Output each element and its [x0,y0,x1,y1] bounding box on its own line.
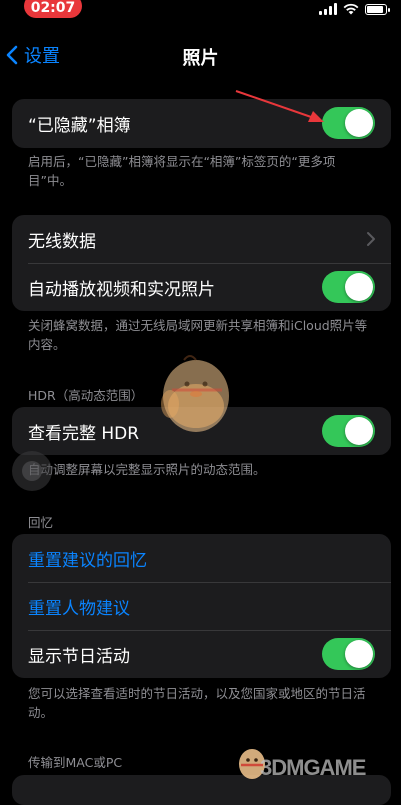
hidden-album-row: “已隐藏”相簿 [12,99,391,148]
navigation-bar: 设置 照片 [0,36,401,76]
data-group: 无线数据 自动播放视频和实况照片 [12,215,391,311]
toggle-knob [345,640,373,668]
battery-icon [365,3,390,15]
wireless-data-label: 无线数据 [28,231,96,252]
autoplay-row: 自动播放视频和实况照片 [12,263,391,311]
wireless-data-row[interactable]: 无线数据 [12,215,391,263]
page-title: 照片 [182,48,219,69]
holidays-toggle[interactable] [322,638,375,670]
memories-group: 重置建议的回忆 重置人物建议 显示节日活动 [12,534,391,678]
hdr-section-header: HDR（高动态范围） [28,388,144,403]
hdr-toggle[interactable] [322,415,375,447]
data-footnote: 关闭蜂窝数据，通过无线局域网更新共享相簿和iCloud照片等内容。 [28,318,368,352]
hidden-album-footnote: 启用后，“已隐藏”相簿将显示在“相簿”标签页的“更多项目”中。 [28,154,336,188]
chevron-right-icon [367,232,375,246]
reset-people-label: 重置人物建议 [28,598,130,619]
memories-section-header: 回忆 [28,515,54,530]
assistive-touch-button[interactable] [12,451,52,491]
hdr-group: 查看完整 HDR [12,407,391,455]
status-icons [319,2,390,16]
toggle-knob [345,109,373,137]
toggle-knob [345,417,373,445]
watermark-text: 3DMGAME [260,755,366,780]
reset-memories-label: 重置建议的回忆 [28,550,147,571]
cellular-signal-icon [319,3,337,15]
hidden-album-toggle[interactable] [322,107,375,139]
wifi-icon [343,3,359,15]
hidden-album-group: “已隐藏”相簿 [12,99,391,148]
toggle-knob [345,273,373,301]
reset-people-row[interactable]: 重置人物建议 [12,582,391,630]
autoplay-toggle[interactable] [322,271,375,303]
status-time: 02:07 [24,0,82,18]
transfer-section-header: 传输到MAC或PC [28,755,123,770]
reset-memories-row[interactable]: 重置建议的回忆 [12,534,391,582]
holidays-row: 显示节日活动 [12,630,391,678]
hdr-row: 查看完整 HDR [12,407,391,455]
memories-footnote: 您可以选择查看适时的节日活动，以及您国家或地区的节日活动。 [28,686,366,720]
status-bar: 02:07 [0,0,401,22]
hdr-footnote: 自动调整屏幕以完整显示照片的动态范围。 [28,462,266,477]
